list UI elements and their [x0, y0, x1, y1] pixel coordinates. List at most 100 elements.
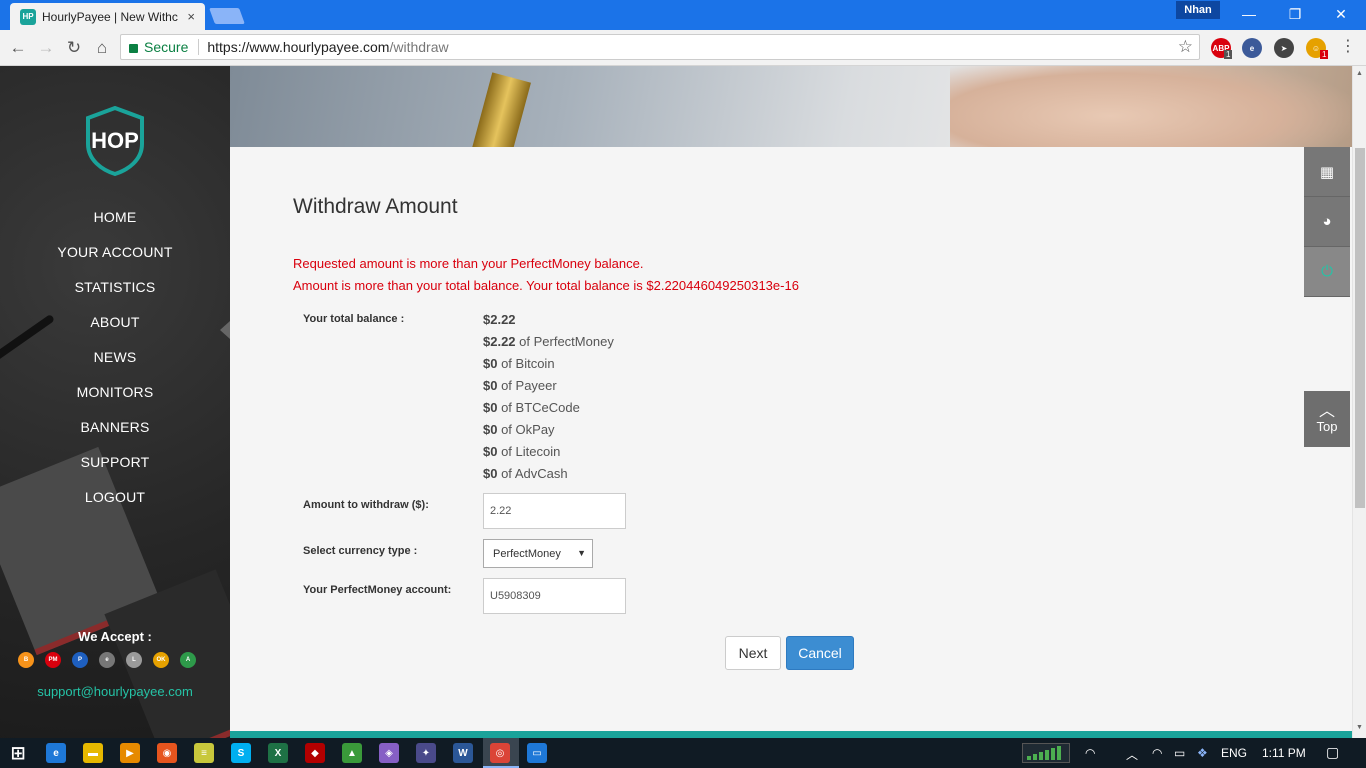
scroll-up-icon[interactable]: ▲ [1356, 70, 1363, 77]
bitcoin-icon: B [18, 652, 34, 668]
browser-titlebar: HP HourlyPayee | New Withc × Nhan — ❐ ✕ [0, 0, 1366, 30]
app-chart-icon[interactable]: ▲ [342, 743, 362, 763]
extension-e-icon[interactable]: e [1242, 38, 1262, 58]
account-label: Your PerfectMoney account: [303, 584, 452, 596]
balance-line: $0 of Payeer [483, 378, 557, 393]
top-label: Top [1316, 418, 1338, 434]
start-icon[interactable]: ⊞ [8, 743, 28, 763]
browser-toolbar: ← → ↻ ⌂ Secure https://www.hourlypayee.c… [0, 30, 1366, 66]
media-player-icon[interactable]: ▶ [120, 743, 140, 763]
header-banner [230, 66, 1352, 170]
payeer-icon: P [72, 652, 88, 668]
notepad-icon[interactable]: ≡ [194, 743, 214, 763]
dropbox-icon[interactable]: ❖ [1197, 746, 1208, 760]
tab-title: HourlyPayee | New Withc [42, 9, 178, 24]
extension-badge: 1 [1224, 50, 1233, 59]
clock[interactable]: 1:11 PM [1262, 746, 1306, 760]
sidebar-item-your-account[interactable]: YOUR ACCOUNT [0, 241, 230, 276]
app-window-icon[interactable]: ▭ [527, 743, 547, 763]
new-tab-button[interactable] [209, 8, 245, 24]
chevron-up-icon[interactable]: ︿ [1126, 746, 1138, 763]
sidebar-item-home[interactable]: HOME [0, 206, 230, 241]
url-host: https://www.hourlypayee.com [207, 39, 390, 55]
address-bar[interactable]: Secure https://www.hourlypayee.com/withd… [120, 34, 1200, 60]
profile-button[interactable]: Nhan [1176, 1, 1220, 19]
perfectmoney-account-input[interactable] [483, 578, 626, 614]
file-explorer-icon[interactable]: ▬ [83, 743, 103, 763]
amount-input[interactable] [483, 493, 626, 529]
balance-line: $2.22 of PerfectMoney [483, 334, 614, 349]
extension-badge: 1 [1320, 50, 1329, 59]
page-scrollbar[interactable]: ▲ ▼ [1352, 66, 1366, 738]
balance-line: $0 of Bitcoin [483, 356, 555, 371]
okpay-icon: OK [153, 652, 169, 668]
skype-icon[interactable]: S [231, 743, 251, 763]
chrome-icon[interactable]: ◎ [490, 743, 510, 763]
secure-label: Secure [144, 39, 189, 55]
cancel-button[interactable]: Cancel [786, 636, 854, 670]
network-icon[interactable]: ◠ [1085, 746, 1095, 760]
balance-line: $0 of AdvCash [483, 466, 568, 481]
app-red-diamond-icon[interactable]: ◆ [305, 743, 325, 763]
reload-icon[interactable]: ↻ [62, 36, 86, 60]
btcecode-icon: e [99, 652, 115, 668]
sidebar-item-support[interactable]: SUPPORT [0, 451, 230, 486]
forward-icon[interactable]: → [34, 36, 58, 60]
payment-icons: B PM Pe L OK A [18, 652, 218, 668]
excel-icon[interactable]: X [268, 743, 288, 763]
error-message: Requested amount is more than your Perfe… [293, 256, 644, 271]
language-indicator[interactable]: ENG [1221, 746, 1247, 760]
close-window-button[interactable]: ✕ [1318, 0, 1364, 28]
total-balance-label: Your total balance : [303, 313, 405, 325]
firefox-icon[interactable]: ◉ [157, 743, 177, 763]
browser-menu-icon[interactable]: ⋮ [1340, 36, 1356, 56]
browser-tab-active[interactable]: HP HourlyPayee | New Withc × [10, 3, 205, 30]
wifi-icon[interactable]: ◠ [1152, 746, 1162, 760]
sidebar-item-statistics[interactable]: STATISTICS [0, 276, 230, 311]
footer-strip [230, 731, 1352, 738]
edge-icon[interactable]: e [46, 743, 66, 763]
lock-icon [129, 43, 138, 53]
omnibox-separator [198, 39, 200, 55]
hourlypayee-favicon-icon: HP [20, 8, 36, 25]
perfectmoney-icon: PM [45, 652, 61, 668]
back-to-top-button[interactable]: ︿ Top [1304, 391, 1350, 447]
minimize-button[interactable]: — [1226, 0, 1272, 28]
error-message: Amount is more than your total balance. … [293, 278, 799, 293]
sidebar-item-news[interactable]: NEWS [0, 346, 230, 381]
balance-line: $0 of BTCeCode [483, 400, 580, 415]
logo-text: HOP [91, 128, 139, 153]
currency-select[interactable]: PerfectMoney ▼ [483, 539, 593, 568]
home-icon[interactable]: ⌂ [90, 36, 114, 60]
next-button[interactable]: Next [725, 636, 781, 670]
page-title: Withdraw Amount [293, 195, 458, 218]
app-compass-icon[interactable]: ✦ [416, 743, 436, 763]
signal-strength-icon [1022, 743, 1070, 763]
hourlypayee-logo[interactable]: HOP [80, 106, 150, 176]
battery-icon[interactable]: ▭ [1174, 746, 1185, 760]
support-email-link[interactable]: support@hourlypayee.com [0, 684, 230, 699]
sidebar-item-logout[interactable]: LOGOUT [0, 486, 230, 521]
side-tools: ▦ ◕ ⏻ [1304, 147, 1350, 297]
bookmark-star-icon[interactable]: ☆ [1178, 37, 1193, 57]
calculator-icon[interactable]: ▦ [1304, 147, 1350, 197]
scroll-thumb[interactable] [1355, 148, 1365, 508]
back-icon[interactable]: ← [6, 36, 30, 60]
pie-chart-icon[interactable]: ◕ [1304, 197, 1350, 247]
we-accept-label: We Accept : [78, 629, 152, 644]
sidebar-item-banners[interactable]: BANNERS [0, 416, 230, 451]
visual-studio-icon[interactable]: ◈ [379, 743, 399, 763]
currency-label: Select currency type : [303, 545, 418, 557]
scroll-down-icon[interactable]: ▼ [1356, 724, 1363, 731]
word-icon[interactable]: W [453, 743, 473, 763]
tab-close-icon[interactable]: × [187, 9, 195, 24]
notification-icon[interactable]: ▢ [1326, 744, 1339, 761]
extension-arrow-icon[interactable]: ➤ [1274, 38, 1294, 58]
sidebar-item-monitors[interactable]: MONITORS [0, 381, 230, 416]
restore-button[interactable]: ❐ [1272, 0, 1318, 28]
sidebar-item-about[interactable]: ABOUT [0, 311, 230, 346]
power-icon[interactable]: ⏻ [1304, 247, 1350, 297]
url-path: /withdraw [389, 39, 449, 55]
banner-hand-image [950, 66, 1350, 156]
advcash-icon: A [180, 652, 196, 668]
